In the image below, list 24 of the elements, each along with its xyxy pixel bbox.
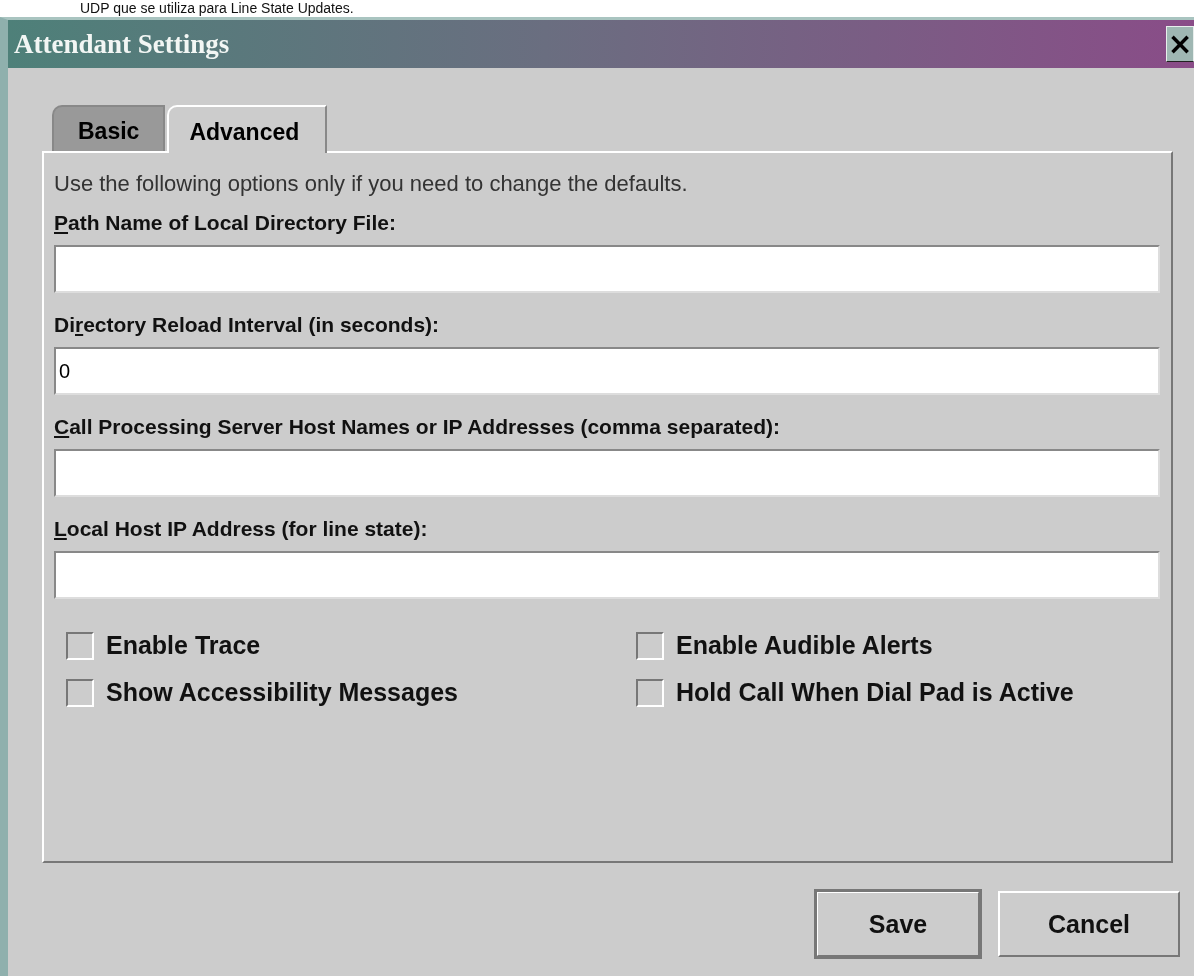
window-title: Attendant Settings: [13, 28, 230, 60]
input-field[interactable]: [54, 245, 1160, 293]
input-field[interactable]: 0: [54, 347, 1160, 395]
input-field[interactable]: [54, 449, 1160, 497]
input-field[interactable]: [54, 551, 1160, 599]
field-label: Call Processing Server Host Names or IP Addresses (comma separated):: [54, 415, 781, 439]
close-button[interactable]: ×: [1166, 26, 1194, 62]
checkbox[interactable]: [66, 678, 94, 707]
field-label: Local Host IP Address (for line state):: [54, 517, 429, 541]
field-label: Directory Reload Interval (in seconds):: [54, 313, 441, 337]
cancel-button[interactable]: Cancel: [998, 891, 1180, 957]
checkbox-label: Show Accessibility Messages: [106, 678, 458, 707]
tab[interactable]: Advanced: [167, 105, 328, 153]
tab[interactable]: Basic: [52, 105, 166, 151]
checkbox[interactable]: [636, 631, 664, 660]
checkbox[interactable]: [636, 678, 664, 707]
checkbox-label: Enable Audible Alerts: [676, 631, 933, 660]
checkbox-label: Enable Trace: [106, 631, 261, 660]
caption-text: UDP que se utiliza para Line State Updates.: [80, 0, 354, 17]
checkbox[interactable]: [66, 631, 94, 660]
instruction-text: Use the following options only if you need to change the defaults.: [54, 171, 689, 197]
save-button[interactable]: Save: [816, 891, 980, 957]
field-label: Path Name of Local Directory File:: [54, 211, 397, 235]
checkbox-label: Hold Call When Dial Pad is Active: [676, 678, 1074, 707]
